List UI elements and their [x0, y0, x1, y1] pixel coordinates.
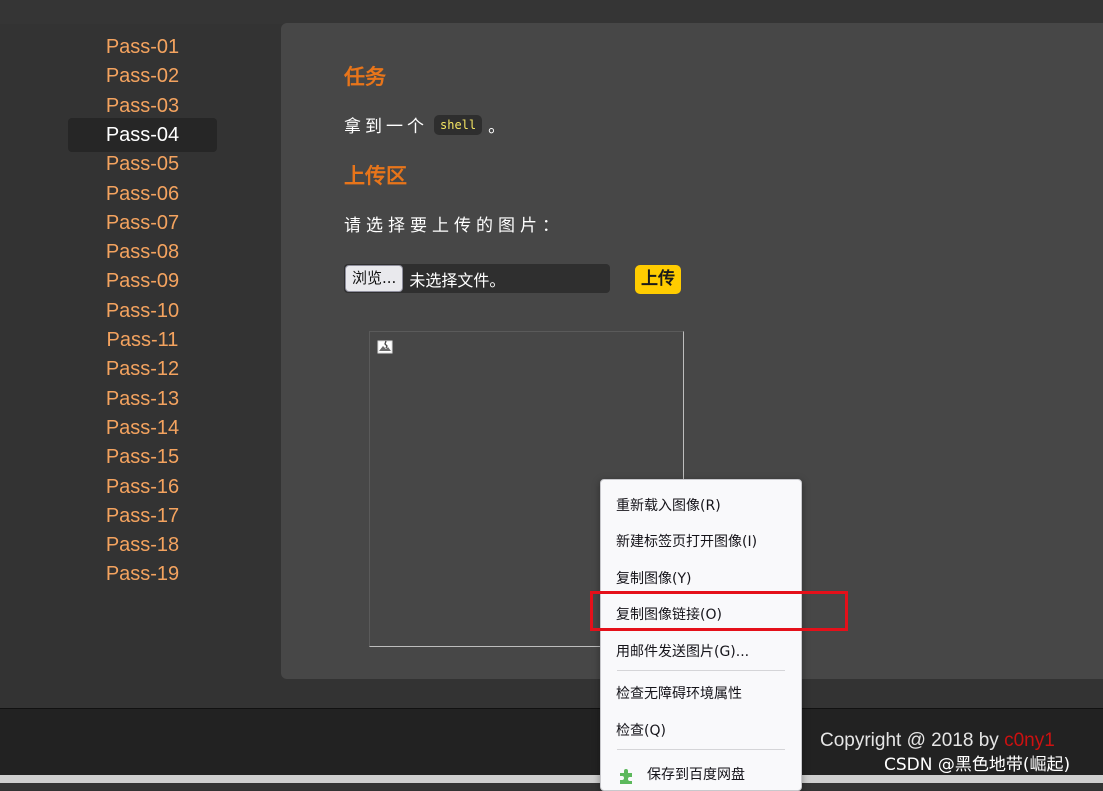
bottom-scrollbar[interactable] — [0, 775, 1103, 783]
upload-button[interactable]: 上传 — [635, 265, 681, 294]
file-input[interactable]: 浏览... 未选择文件。 — [344, 264, 610, 293]
author-link[interactable]: c0ny1 — [1004, 730, 1055, 751]
menu-item-save-baidu-pan[interactable]: 保存到百度网盘 — [647, 764, 745, 784]
context-menu: 重新载入图像(R) 新建标签页打开图像(I) 复制图像(Y) 复制图像链接(O)… — [600, 479, 802, 791]
task-suffix: 。 — [488, 117, 510, 137]
menu-item-copy-image[interactable]: 复制图像(Y) — [616, 568, 691, 588]
task-description: 拿到一个 shell 。 — [344, 112, 509, 137]
file-status: 未选择文件。 — [409, 270, 506, 290]
select-file-label: 请选择要上传的图片： — [344, 216, 564, 236]
highlight-annotation — [590, 591, 848, 631]
menu-separator — [617, 749, 785, 750]
upload-heading: 上传区 — [344, 164, 407, 188]
broken-image-icon — [377, 340, 393, 354]
menu-item-email-image[interactable]: 用邮件发送图片(G)... — [616, 641, 749, 661]
sidebar-item-pass-19[interactable]: Pass-19 — [68, 557, 217, 591]
menu-separator — [617, 670, 785, 671]
top-strip — [0, 0, 1103, 24]
menu-item-inspect[interactable]: 检查(Q) — [616, 720, 666, 740]
copyright-prefix: Copyright @ 2018 by — [820, 730, 1005, 751]
copyright-text: Copyright @ 2018 by c0ny1 — [820, 730, 1055, 752]
task-heading: 任务 — [344, 65, 386, 89]
menu-item-reload-image[interactable]: 重新载入图像(R) — [616, 495, 721, 515]
watermark: CSDN @黑色地带(崛起) — [884, 755, 1071, 775]
browse-button[interactable]: 浏览... — [345, 265, 404, 292]
task-prefix: 拿到一个 — [344, 117, 428, 137]
menu-item-inspect-accessibility[interactable]: 检查无障碍环境属性 — [616, 683, 742, 703]
menu-item-open-image-new-tab[interactable]: 新建标签页打开图像(I) — [616, 531, 757, 551]
task-code: shell — [434, 114, 483, 135]
puzzle-extension-icon — [620, 769, 632, 784]
